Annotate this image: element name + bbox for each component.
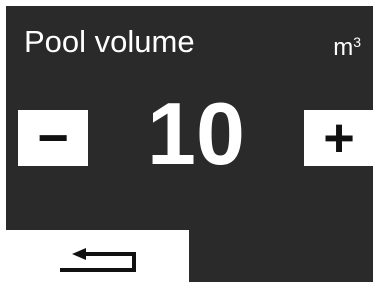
screen-title: Pool volume (24, 24, 195, 59)
unit-label: m3 (333, 28, 361, 62)
return-arrow-icon (60, 248, 136, 272)
volume-value: 10 (147, 84, 245, 183)
back-button[interactable] (6, 230, 189, 282)
unit-exponent: 3 (353, 34, 361, 50)
increment-button[interactable]: + (304, 110, 373, 166)
decrement-button[interactable]: − (18, 110, 88, 166)
plus-icon: + (323, 108, 355, 168)
minus-icon: − (37, 108, 69, 168)
pool-volume-screen: Pool volume m3 − 10 + (6, 6, 373, 282)
unit-base: m (333, 34, 354, 61)
